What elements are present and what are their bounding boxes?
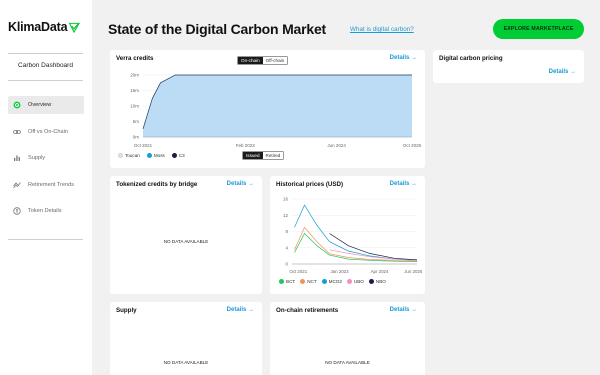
legend-item: UBO (346, 279, 364, 284)
legend-label: UBO (353, 279, 364, 284)
retired-toggle-button[interactable]: Retired (262, 152, 284, 159)
y-tick-label: 0m (133, 135, 140, 140)
no-data-message: NO DATA AVAILABLE (325, 360, 370, 365)
legend-swatch (118, 153, 123, 158)
legend-item: NBO (368, 279, 386, 284)
details-link[interactable]: Details → (390, 307, 417, 313)
target-icon (13, 101, 21, 109)
legend-swatch (346, 279, 352, 284)
historical-legend: BCT NCT MCO2 UBO NBO (279, 279, 386, 284)
y-tick-label: 0 (285, 262, 288, 267)
legend-item: Moss (146, 153, 165, 158)
logo-text: KlimaData (8, 20, 68, 34)
on-chain-retirements-card: On-chain retirements Details → NO DATA A… (270, 302, 425, 375)
sidebar-divider (8, 239, 83, 240)
sidebar-item-supply[interactable]: Supply (8, 149, 84, 167)
no-data-message: NO DATA AVAILABLE (163, 360, 209, 365)
details-link[interactable]: Details → (227, 307, 254, 313)
legend-swatch (300, 279, 306, 284)
legend-label: C3 (178, 153, 185, 158)
bar-chart-icon (13, 154, 21, 162)
explore-marketplace-button[interactable]: EXPLORE MARKETPLACE (493, 19, 584, 39)
x-tick-label: Jun 2025 (404, 269, 423, 274)
x-tick-label: Jan 2023 (330, 269, 349, 274)
link-icon (13, 128, 21, 136)
y-tick-label: 12 (283, 213, 289, 218)
card-title: Supply (116, 307, 137, 314)
series-line-nct (294, 226, 418, 262)
sidebar-item-retirement-trends[interactable]: Retirement Trends (8, 176, 84, 194)
y-tick-label: 16 (283, 197, 289, 202)
historical-prices-chart: 0 4 8 12 16 Oct 2021 Jan 2023 Apr 2024 Jun 2025 (283, 197, 423, 275)
legend-swatch (368, 279, 374, 284)
legend-label: BCT (286, 279, 296, 284)
sidebar-divider (8, 53, 83, 54)
legend-label: NBO (375, 279, 386, 284)
sidebar-item-label: Retirement Trends (28, 181, 75, 188)
sidebar-divider (8, 80, 83, 81)
legend-swatch (321, 279, 327, 284)
logo[interactable]: KlimaData (8, 20, 81, 34)
legend-item: BCT (279, 279, 295, 284)
digital-carbon-pricing-card: Digital carbon pricing Details → (433, 50, 584, 83)
legend-swatch (171, 153, 177, 158)
y-tick-label: 4 (285, 245, 288, 250)
x-tick-label: Oct 2021 (134, 143, 153, 148)
x-tick-label: Feb 2023 (236, 143, 256, 148)
sidebar-item-token-details[interactable]: Token Details (8, 202, 84, 220)
x-tick-label: Jun 2024 (327, 143, 346, 148)
y-tick-label: 5m (133, 119, 140, 124)
issued-toggle-button[interactable]: Issued (243, 152, 263, 159)
dashboard-label: Carbon Dashboard (18, 62, 73, 69)
area-fill (143, 75, 412, 137)
legend-label: Toucan (125, 153, 140, 158)
sidebar-item-label: Token Details (28, 208, 62, 214)
page-title: State of the Digital Carbon Market (108, 21, 327, 37)
x-tick-label: Apr 2024 (371, 269, 389, 274)
legend-item: Toucan (118, 153, 140, 158)
legend-item: C3 (171, 153, 185, 158)
series-line-nbo (329, 233, 418, 261)
trend-icon (13, 181, 21, 189)
sidebar-nav: Overview Off vs On-Chain Supply Retireme… (8, 96, 84, 229)
what-is-digital-carbon-link[interactable]: What is digital carbon? (350, 26, 414, 33)
tokenized-credits-card: Tokenized credits by bridge Details → NO… (110, 176, 262, 294)
x-tick-label: Oct 2025 (403, 143, 422, 148)
legend-label: Moss (153, 153, 165, 158)
details-link[interactable]: Details → (549, 69, 576, 75)
sidebar-item-label: Overview (28, 102, 52, 108)
historical-prices-card: Historical prices (USD) Details → 0 4 8 12 1… (270, 176, 425, 294)
sidebar-item-label: Off vs On-Chain (28, 128, 69, 135)
card-title: Digital carbon pricing (439, 55, 503, 62)
supply-card: Supply Details → NO DATA AVAILABLE (110, 302, 262, 375)
y-tick-label: 15m (130, 88, 139, 93)
sidebar-item-off-vs-on-chain[interactable]: Off vs On-Chain (8, 123, 84, 141)
series-line-mco2 (294, 204, 418, 261)
legend-swatch (146, 153, 152, 158)
card-title: On-chain retirements (276, 307, 339, 314)
legend-label: NCT (307, 279, 317, 284)
token-icon (13, 207, 21, 215)
verra-credits-card: Verra credits Details → On-chain Off-cha… (110, 50, 425, 168)
sidebar-item-label: Supply (28, 155, 46, 161)
x-tick-label: Oct 2021 (289, 269, 307, 274)
details-link[interactable]: Details → (227, 181, 254, 187)
sidebar-item-overview[interactable]: Overview (8, 96, 84, 114)
y-tick-label: 20m (130, 73, 139, 78)
y-tick-label: 10m (130, 104, 139, 109)
card-title: Tokenized credits by bridge (116, 181, 198, 188)
check-logo-icon (69, 22, 81, 33)
legend-item: MCO2 (321, 279, 342, 284)
y-tick-label: 8 (285, 229, 288, 234)
no-data-message: NO DATA AVAILABLE (163, 239, 209, 244)
legend-swatch (279, 279, 284, 284)
verra-legend: Toucan Moss C3 (118, 153, 185, 158)
legend-item: NCT (300, 279, 317, 284)
issued-retired-toggle: Issued Retired (242, 151, 285, 160)
sidebar: KlimaData Carbon Dashboard Overview Off … (0, 0, 92, 375)
legend-label: MCO2 (328, 279, 342, 284)
